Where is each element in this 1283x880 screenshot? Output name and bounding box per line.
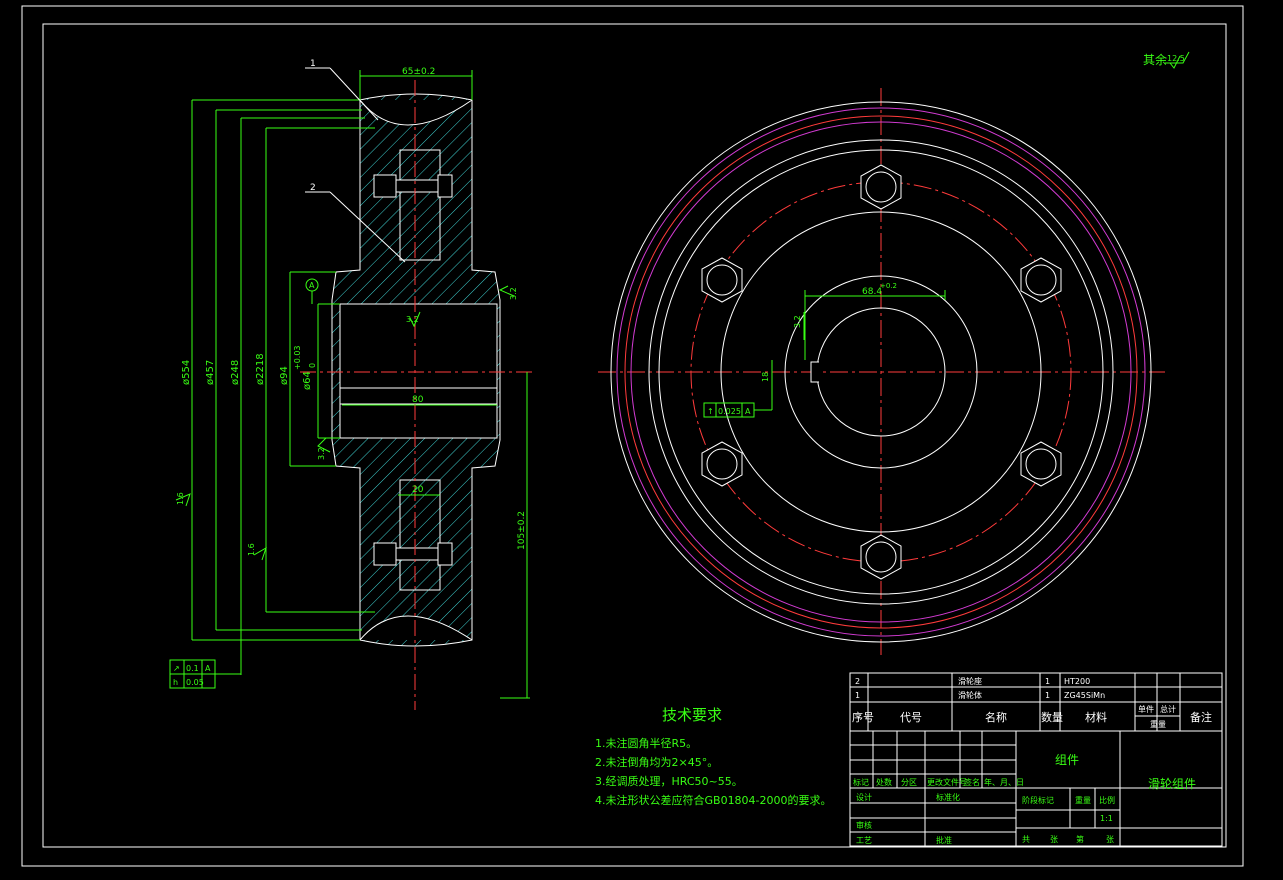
part-1-name: 滑轮体 <box>958 690 982 700</box>
dim-64: ø64 <box>302 371 313 390</box>
roughness-note-value: 12.5 <box>1167 54 1185 63</box>
rev-date: 年、月、日 <box>984 777 1024 787</box>
tol-front-value: 0.025 <box>718 407 741 416</box>
rev-zone: 分区 <box>901 778 917 787</box>
part-label-1: 1 <box>310 59 316 69</box>
dim-554: ø554 <box>181 360 192 385</box>
roughness-3: 3.2 <box>317 447 326 460</box>
drawing-canvas: 其余 12.5 ø554 ø457 ø248 ø2218 ø94 ø64 +0.… <box>21 5 1244 867</box>
roughness-4: 1.6 <box>176 492 185 505</box>
tol-1-datum: A <box>205 664 211 673</box>
tech-item-3: 3.经调质处理，HRC50~55。 <box>595 775 743 788</box>
label-sheet-of: 张 <box>1106 835 1114 844</box>
label-sheet: 张 <box>1050 835 1058 844</box>
tol-1-value: 0.1 <box>186 664 199 673</box>
tol-front-datum: A <box>745 407 751 416</box>
part-2-name: 滑轮座 <box>958 676 982 686</box>
rev-doc: 更改文件号 <box>927 777 967 787</box>
title-block: 2 滑轮座 1 HT200 1 滑轮体 1 ZG45SiMn 序号 代号 名称 … <box>849 672 1223 847</box>
dim-64-upper-tol: +0.03 <box>293 345 302 370</box>
part-label-2: 2 <box>310 183 316 193</box>
tech-requirements: 技术要求 1.未注圆角半径R5。 2.未注倒角均为2×45°。 3.经调质处理，… <box>595 706 832 807</box>
dim-2218: ø2218 <box>255 353 266 385</box>
dim-20: 20 <box>412 485 424 495</box>
tol-2-value: 0.05 <box>186 678 204 687</box>
roughness-note: 其余 12.5 <box>1143 51 1190 69</box>
hdr-total: 总计 <box>1160 704 1176 714</box>
key-dim: 18 <box>761 372 770 382</box>
section-view: ø554 ø457 ø248 ø2218 ø94 ø64 +0.03 0 65±… <box>169 59 535 710</box>
tol-front-symbol: ↑ <box>707 407 714 416</box>
center-title: 组件 <box>1055 753 1079 767</box>
tech-item-2: 2.未注倒角均为2×45°。 <box>595 755 718 769</box>
scale-value: 1:1 <box>1100 814 1113 823</box>
roughness-note-label: 其余 <box>1143 52 1167 67</box>
part-2-material: HT200 <box>1064 677 1090 686</box>
hdr-material: 材料 <box>1085 710 1107 724</box>
label-design: 设计 <box>856 792 872 802</box>
label-scale: 比例 <box>1099 795 1115 805</box>
rev-sign: 签名 <box>964 777 980 787</box>
front-view: 68.4 +0.2 18 3.2 ↑ 0.025 A <box>598 88 1165 655</box>
tech-item-4: 4.未注形状公差应符合GB01804-2000的要求。 <box>595 793 832 807</box>
key-width: 3.2 <box>793 315 802 328</box>
tol-2-symbol: h <box>173 678 178 687</box>
datum-a-label: A <box>309 281 315 290</box>
dim-105: 105±0.2 <box>517 511 527 550</box>
hdr-remark: 备注 <box>1190 710 1212 724</box>
dim-65: 65±0.2 <box>402 67 435 77</box>
part-2-no: 2 <box>855 677 860 686</box>
hdr-qty: 数量 <box>1041 711 1063 724</box>
dim-94: ø94 <box>279 366 290 385</box>
label-standard: 标准化 <box>936 792 960 802</box>
drawing-name: 滑轮组件 <box>1148 777 1196 791</box>
label-approve: 批准 <box>936 835 952 845</box>
label-sheet-no: 第 <box>1076 834 1084 844</box>
datum-a: A <box>305 278 319 304</box>
label-process: 工艺 <box>856 836 872 845</box>
part-1-no: 1 <box>855 691 860 700</box>
hdr-name: 名称 <box>985 710 1007 724</box>
label-review: 审核 <box>856 820 872 830</box>
dim-80: 80 <box>412 395 424 405</box>
rev-mark: 标记 <box>853 777 869 787</box>
hdr-weight: 重量 <box>1150 719 1166 729</box>
hdr-unit: 单件 <box>1138 704 1154 714</box>
roughness-5: 1.6 <box>247 543 256 556</box>
label-sheet-total: 共 <box>1022 835 1030 844</box>
part-1-qty: 1 <box>1045 691 1050 700</box>
dim-248: ø248 <box>230 360 241 385</box>
rev-count: 处数 <box>876 777 892 787</box>
dim-64-lower-tol: 0 <box>308 363 317 368</box>
hdr-no: 序号 <box>852 710 874 724</box>
label-stage: 阶段标记 <box>1022 795 1054 805</box>
hdr-code: 代号 <box>900 711 922 724</box>
dim-457: ø457 <box>205 360 216 385</box>
part-2-qty: 1 <box>1045 677 1050 686</box>
keyway-dim-sup: +0.2 <box>880 282 897 290</box>
label-weight: 重量 <box>1075 795 1091 805</box>
tech-item-1: 1.未注圆角半径R5。 <box>595 736 697 750</box>
front-dims <box>703 290 946 418</box>
tech-title: 技术要求 <box>662 706 722 724</box>
part-1-material: ZG45SiMn <box>1064 691 1105 700</box>
roughness-1: 3.2 <box>406 315 419 324</box>
tol-1-symbol: ↗ <box>173 664 180 673</box>
roughness-2: 3.2 <box>509 287 518 300</box>
